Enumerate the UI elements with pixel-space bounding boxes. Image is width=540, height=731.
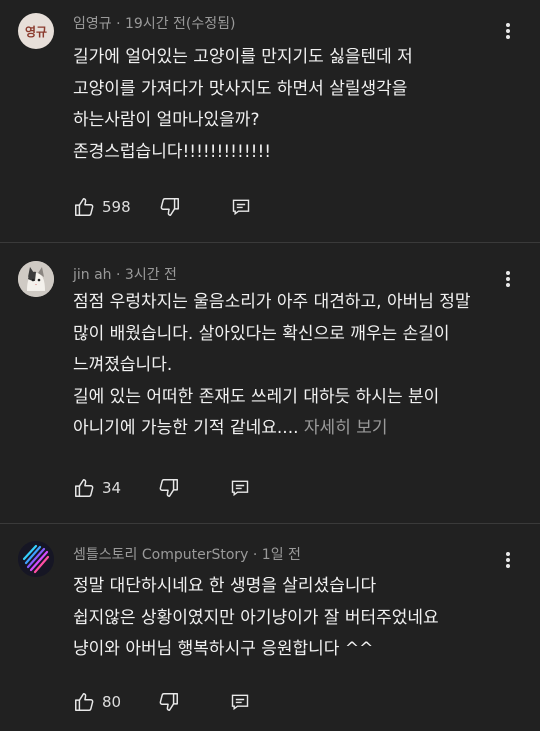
reply-button[interactable] bbox=[230, 692, 250, 712]
comment-line: 아니기에 가능한 기적 같네요.... bbox=[73, 418, 299, 438]
comment-line: 냥이와 아버님 행복하시구 응원합니다 ^^ bbox=[73, 639, 374, 659]
read-more-link[interactable]: 자세히 보기 bbox=[304, 418, 388, 438]
thumbs-down-icon bbox=[159, 693, 179, 711]
comment-line: 존경스럽습니다!!!!!!!!!!!!! bbox=[73, 141, 272, 162]
comment-line: 길가에 얼어있는 고양이를 만지기도 싫을텐데 저 bbox=[73, 47, 413, 67]
comment-line-last: 아니기에 가능한 기적 같네요.... 자세히 보기 bbox=[73, 413, 518, 445]
comment-author[interactable]: 셈틀스토리 ComputerStory bbox=[73, 547, 248, 563]
reply-icon bbox=[231, 694, 249, 711]
header-separator: · bbox=[116, 16, 125, 32]
reply-icon bbox=[232, 199, 249, 216]
comment-header: jin ah · 3시간 전 bbox=[73, 264, 177, 284]
like-button[interactable]: 598 bbox=[73, 196, 131, 218]
comment-line: 길에 있는 어떠한 존재도 쓰레기 대하듯 하시는 분이 bbox=[73, 386, 440, 407]
cat-avatar-icon bbox=[18, 261, 54, 297]
more-vert-icon[interactable] bbox=[502, 21, 514, 41]
more-vert-icon[interactable] bbox=[502, 269, 514, 289]
comment-actions: 598 bbox=[73, 195, 251, 219]
comment-header: 셈틀스토리 ComputerStory · 1일 전 bbox=[73, 544, 301, 564]
comment-line: 고양이를 가져다가 맛사지도 하면서 살릴생각을 bbox=[73, 78, 408, 99]
comment-line: 많이 배웠습니다. 살아있다는 확신으로 깨우는 손길이 bbox=[73, 323, 450, 344]
like-button[interactable]: 80 bbox=[73, 691, 121, 713]
avatar[interactable] bbox=[18, 261, 54, 297]
like-count: 598 bbox=[102, 198, 131, 216]
comment-text: 길가에 얼어있는 고양이를 만지기도 싫을텐데 저 고양이를 가져다가 맛사지도… bbox=[73, 42, 518, 168]
comment-text: 점점 우렁차지는 울음소리가 아주 대견하고, 아버님 정말 많이 배웠습니다.… bbox=[73, 287, 518, 445]
thumbs-up-icon bbox=[75, 693, 94, 711]
comment-text: 정말 대단하시네요 한 생명을 살리셨습니다 쉽지않은 상황이였지만 아기냥이가… bbox=[73, 571, 518, 666]
reply-icon bbox=[231, 480, 249, 497]
comment-line: 점점 우렁차지는 울음소리가 아주 대견하고, 아버님 정말 bbox=[73, 292, 471, 312]
comment-actions: 34 bbox=[73, 476, 250, 500]
reply-button[interactable] bbox=[231, 197, 251, 217]
thumbs-up-icon bbox=[75, 198, 94, 216]
thumbs-down-icon bbox=[160, 198, 179, 216]
comment-time[interactable]: 3시간 전 bbox=[125, 267, 177, 283]
comment-actions: 80 bbox=[73, 690, 250, 714]
dislike-button[interactable] bbox=[158, 691, 180, 713]
like-count: 80 bbox=[102, 693, 122, 711]
comment-line: 쉽지않은 상황이였지만 아기냥이가 잘 버터주었네요 bbox=[73, 607, 439, 628]
thumbs-down-icon bbox=[159, 479, 179, 497]
comment-author[interactable]: jin ah bbox=[73, 267, 112, 283]
more-vert-icon[interactable] bbox=[502, 550, 514, 570]
avatar-initials: 영규 bbox=[24, 24, 48, 39]
comment-author[interactable]: 임영규 bbox=[73, 16, 112, 32]
comment-time[interactable]: 1일 전 bbox=[262, 547, 301, 563]
reply-button[interactable] bbox=[230, 478, 250, 498]
avatar[interactable]: 영규 bbox=[18, 13, 54, 49]
dislike-button[interactable] bbox=[158, 477, 180, 499]
comment-divider bbox=[0, 523, 540, 524]
avatar[interactable] bbox=[18, 541, 54, 577]
comment-line: 하는사람이 얼마나있을까? bbox=[73, 110, 260, 130]
comment-time[interactable]: 19시간 전(수정됨) bbox=[125, 16, 235, 32]
dislike-button[interactable] bbox=[159, 196, 181, 218]
comment-divider bbox=[0, 242, 540, 243]
comment-line: 느껴졌습니다. bbox=[73, 355, 173, 375]
like-count: 34 bbox=[102, 479, 122, 497]
comment-line: 정말 대단하시네요 한 생명을 살리셨습니다 bbox=[73, 576, 377, 596]
like-button[interactable]: 34 bbox=[73, 477, 121, 499]
channel-logo-icon bbox=[18, 541, 54, 577]
header-separator: · bbox=[252, 547, 262, 563]
header-separator: · bbox=[116, 267, 125, 283]
comment-header: 임영규 · 19시간 전(수정됨) bbox=[73, 13, 235, 33]
thumbs-up-icon bbox=[75, 479, 94, 497]
